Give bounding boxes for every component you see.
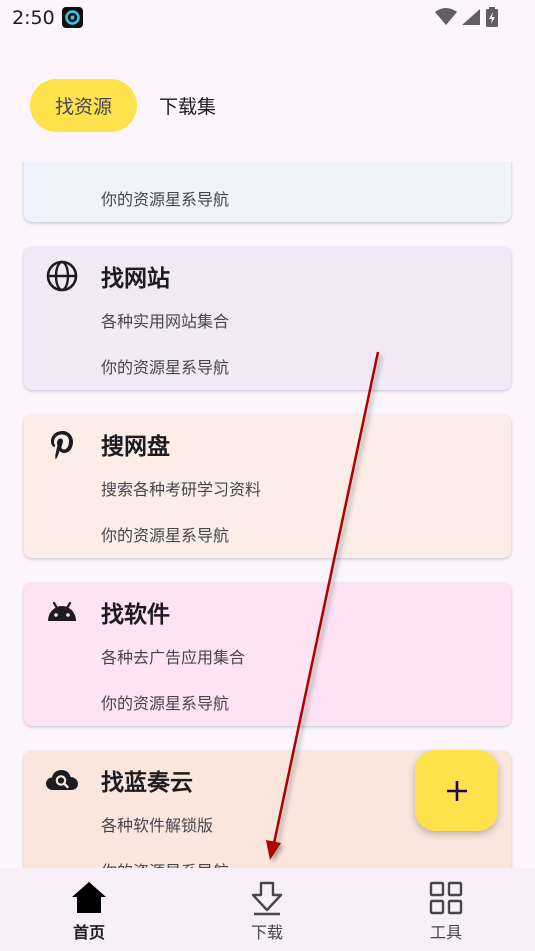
card-title: 搜网盘 xyxy=(101,434,170,460)
battery-icon xyxy=(486,7,498,27)
card-footer: 你的资源星系导航 xyxy=(101,358,230,377)
card-footer: 你的资源星系导航 xyxy=(101,858,229,868)
nav-label: 首页 xyxy=(72,923,105,942)
cloud-search-icon xyxy=(46,770,78,790)
signal-icon xyxy=(462,9,480,25)
add-fab-button[interactable] xyxy=(415,750,498,831)
tab-bar: 找资源 下载集 xyxy=(30,79,216,132)
home-icon xyxy=(72,882,106,913)
nav-label: 下载 xyxy=(250,923,283,942)
android-icon xyxy=(48,601,76,621)
resource-card-find-websites[interactable]: 找网站 各种实用网站集合 你的资源星系导航 xyxy=(24,247,511,390)
globe-icon xyxy=(46,260,78,292)
card-description: 各种软件解锁版 xyxy=(101,816,214,835)
card-title: 找网站 xyxy=(101,266,170,292)
nav-tools[interactable]: 工具 xyxy=(357,868,535,951)
card-title: 找蓝奏云 xyxy=(101,770,193,796)
plus-icon xyxy=(446,780,467,801)
status-icons xyxy=(435,7,499,27)
card-title: 找软件 xyxy=(101,602,170,628)
grid-icon xyxy=(429,881,463,915)
card-footer: 你的资源星系导航 xyxy=(101,190,230,209)
resource-card-search-netdisk[interactable]: 搜网盘 搜索各种考研学习资料 你的资源星系导航 xyxy=(24,415,511,558)
card-description: 各种实用网站集合 xyxy=(101,312,230,331)
nav-download[interactable]: 下载 xyxy=(178,868,356,951)
pinterest-icon xyxy=(51,431,73,460)
card-description: 各种去广告应用集合 xyxy=(101,648,246,667)
wifi-icon xyxy=(435,8,457,25)
download-icon xyxy=(251,881,283,916)
tab-find-resources[interactable]: 找资源 xyxy=(30,79,137,132)
app-notification-icon xyxy=(62,7,83,28)
resource-card-find-software[interactable]: 找软件 各种去广告应用集合 你的资源星系导航 xyxy=(24,583,511,726)
nav-home[interactable]: 首页 xyxy=(0,868,178,951)
nav-label: 工具 xyxy=(429,923,462,942)
card-footer: 你的资源星系导航 xyxy=(101,694,230,713)
bottom-navigation: 首页 下载 工具 xyxy=(0,868,535,951)
tab-downloads[interactable]: 下载集 xyxy=(159,92,216,119)
status-time: 2:50 xyxy=(12,7,55,29)
card-footer: 你的资源星系导航 xyxy=(101,526,230,545)
resource-card[interactable]: 你的资源星系导航 xyxy=(24,162,511,222)
card-description: 搜索各种考研学习资料 xyxy=(101,480,262,499)
status-bar: 2:50 xyxy=(0,0,535,36)
